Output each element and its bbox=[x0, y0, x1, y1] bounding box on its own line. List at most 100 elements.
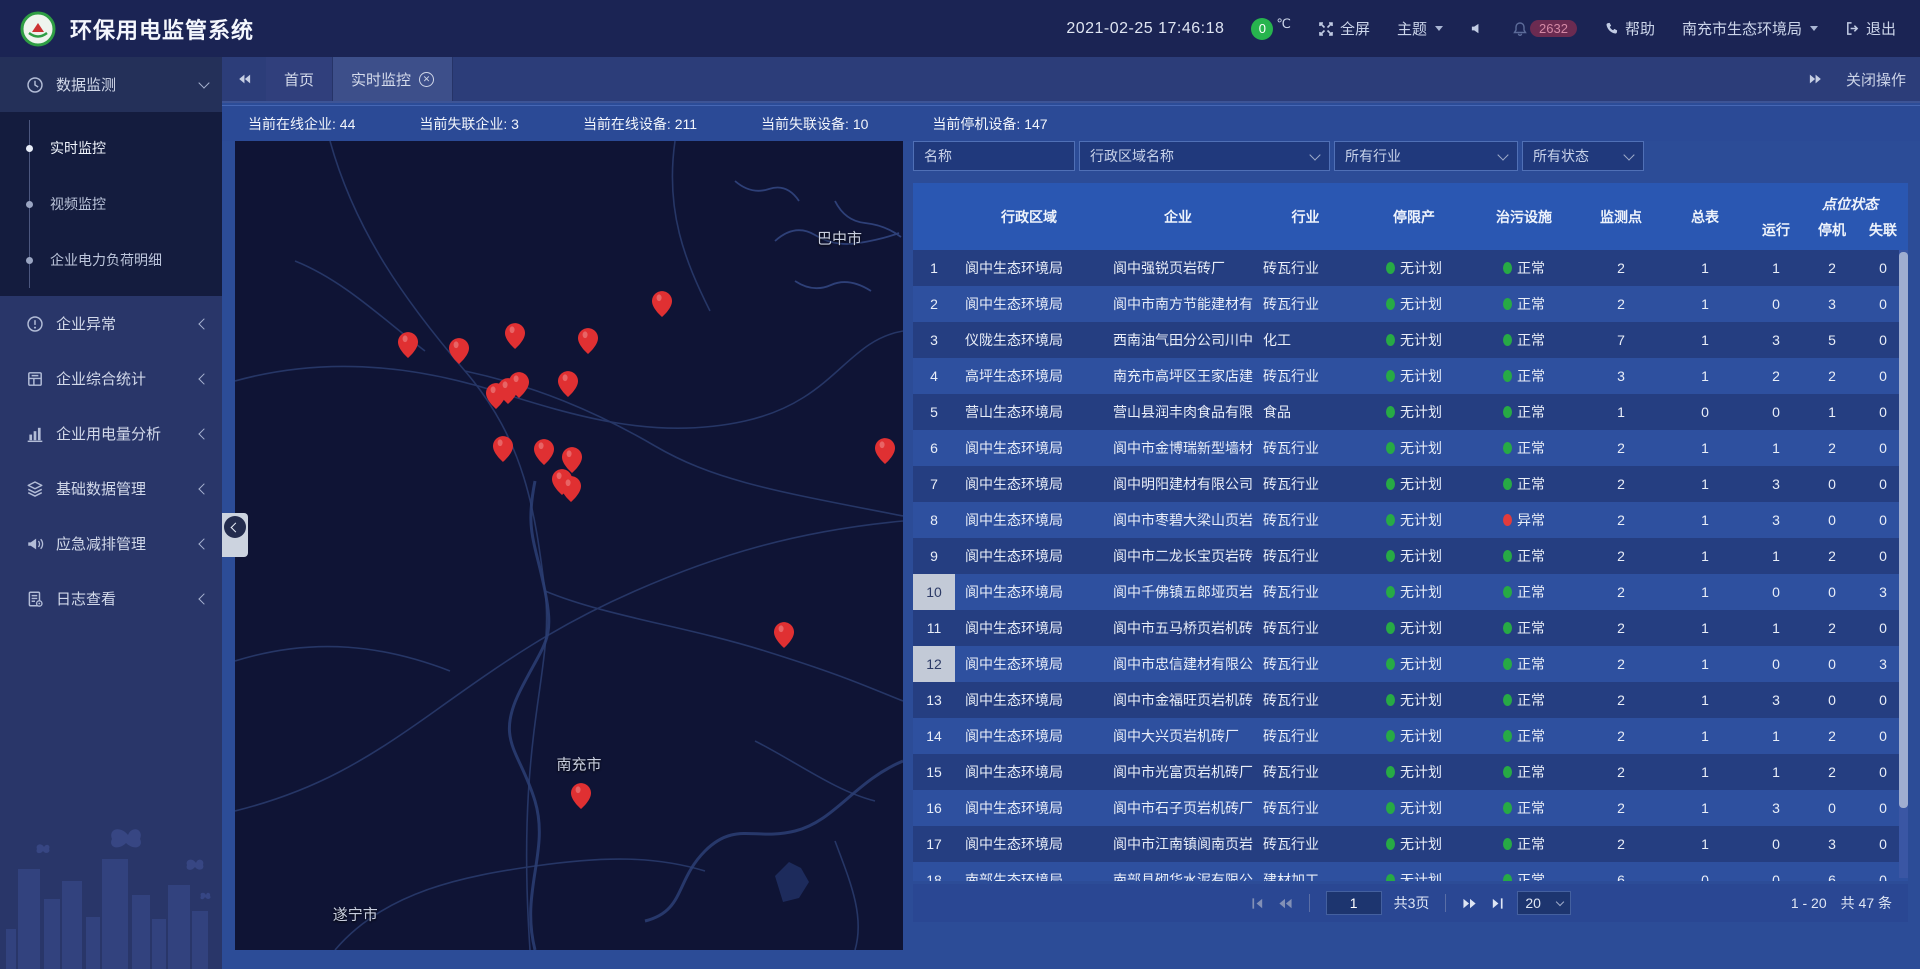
map-pin[interactable] bbox=[652, 291, 672, 317]
table-row[interactable]: 3仪陇生态环境局西南油气田分公司川中化工无计划正常71350 bbox=[913, 322, 1908, 358]
map-pin[interactable] bbox=[558, 371, 578, 397]
table-row[interactable]: 11阆中生态环境局阆中市五马桥页岩机砖砖瓦行业无计划正常21120 bbox=[913, 610, 1908, 646]
fullscreen-button[interactable]: 全屏 bbox=[1318, 18, 1370, 39]
sidebar-item-base-data[interactable]: 基础数据管理 bbox=[0, 461, 222, 516]
cell-monitor-points: 2 bbox=[1578, 646, 1664, 682]
chevron-left-icon bbox=[198, 318, 209, 329]
stat-item: 当前失联企业: 3 bbox=[419, 114, 519, 134]
table-row[interactable]: 16阆中生态环境局阆中市石子页岩机砖厂砖瓦行业无计划正常21300 bbox=[913, 790, 1908, 826]
sidebar-subitem-video-monitor[interactable]: 视频监控 bbox=[0, 176, 222, 232]
prev-page-button[interactable] bbox=[1277, 896, 1293, 911]
map-pin[interactable] bbox=[561, 476, 581, 502]
tab-首页[interactable]: 首页 bbox=[266, 57, 333, 101]
cell-production-limit: 无计划 bbox=[1358, 358, 1470, 394]
facility-status-label: 正常 bbox=[1517, 474, 1545, 494]
table-row[interactable]: 7阆中生态环境局阆中明阳建材有限公司砖瓦行业无计划正常21300 bbox=[913, 466, 1908, 502]
page-number-input[interactable] bbox=[1326, 891, 1382, 915]
table-row[interactable]: 1阆中生态环境局阆中强锐页岩砖厂砖瓦行业无计划正常21120 bbox=[913, 250, 1908, 286]
status-dot-icon bbox=[1386, 622, 1395, 634]
cell-stopped: 1 bbox=[1806, 394, 1858, 430]
cell-stopped: 2 bbox=[1806, 358, 1858, 394]
cell-production-limit: 无计划 bbox=[1358, 466, 1470, 502]
sound-button[interactable] bbox=[1470, 21, 1485, 36]
stat-label: 当前在线设备: bbox=[583, 116, 675, 132]
help-button[interactable]: 帮助 bbox=[1604, 18, 1655, 39]
col-rownum bbox=[913, 183, 955, 250]
map-pin[interactable] bbox=[774, 622, 794, 648]
cell-pollution-facility: 正常 bbox=[1470, 358, 1578, 394]
table-scrollbar[interactable] bbox=[1899, 250, 1908, 878]
table-row[interactable]: 14阆中生态环境局阆中大兴页岩机砖厂砖瓦行业无计划正常21120 bbox=[913, 718, 1908, 754]
facility-status-label: 正常 bbox=[1517, 546, 1545, 566]
cell-rownum: 2 bbox=[913, 286, 955, 322]
double-chevron-right-icon[interactable] bbox=[1808, 72, 1824, 86]
table-row[interactable]: 2阆中生态环境局阆中市南方节能建材有砖瓦行业无计划正常21030 bbox=[913, 286, 1908, 322]
map-collapse-handle[interactable] bbox=[222, 513, 248, 557]
sidebar-subitem-power-load-detail[interactable]: 企业电力负荷明细 bbox=[0, 232, 222, 288]
table-row[interactable]: 8阆中生态环境局阆中市枣碧大梁山页岩砖瓦行业无计划异常21300 bbox=[913, 502, 1908, 538]
status-select[interactable]: 所有状态 bbox=[1522, 141, 1644, 171]
sidebar-item-company-abnormal[interactable]: 企业异常 bbox=[0, 296, 222, 351]
page-size-select[interactable]: 20 bbox=[1517, 891, 1571, 915]
industry-select[interactable]: 所有行业 bbox=[1334, 141, 1518, 171]
table-row[interactable]: 12阆中生态环境局阆中市忠信建材有限公砖瓦行业无计划正常21003 bbox=[913, 646, 1908, 682]
map-panel[interactable]: 巴中市南充市遂宁市 bbox=[235, 141, 903, 950]
map-pin[interactable] bbox=[578, 328, 598, 354]
map-pin[interactable] bbox=[534, 439, 554, 465]
map-pin[interactable] bbox=[493, 436, 513, 462]
cell-total-meter: 1 bbox=[1664, 466, 1746, 502]
status-dot-icon bbox=[1503, 838, 1512, 850]
cell-total-meter: 1 bbox=[1664, 646, 1746, 682]
map-pin[interactable] bbox=[875, 438, 895, 464]
first-page-button[interactable] bbox=[1250, 896, 1265, 911]
tab-实时监控[interactable]: 实时监控✕ bbox=[333, 57, 453, 101]
cell-total-meter: 1 bbox=[1664, 790, 1746, 826]
region-select[interactable]: 行政区域名称 bbox=[1079, 141, 1330, 171]
table-row[interactable]: 4高坪生态环境局南充市高坪区王家店建砖瓦行业无计划正常31220 bbox=[913, 358, 1908, 394]
table-row[interactable]: 9阆中生态环境局阆中市二龙长宝页岩砖砖瓦行业无计划正常21120 bbox=[913, 538, 1908, 574]
name-search-input[interactable] bbox=[913, 141, 1075, 171]
tab-close-icon[interactable]: ✕ bbox=[419, 72, 434, 87]
cell-running: 1 bbox=[1746, 610, 1806, 646]
cell-production-limit: 无计划 bbox=[1358, 862, 1470, 881]
table-row[interactable]: 6阆中生态环境局阆中市金博瑞新型墙材砖瓦行业无计划正常21120 bbox=[913, 430, 1908, 466]
map-pin[interactable] bbox=[398, 332, 418, 358]
submenu-item-label: 企业电力负荷明细 bbox=[50, 250, 162, 270]
org-user-dropdown[interactable]: 南充市生态环境局 bbox=[1682, 18, 1818, 39]
submenu-item-label: 实时监控 bbox=[50, 138, 106, 158]
sidebar-subitem-realtime-monitor[interactable]: 实时监控 bbox=[0, 120, 222, 176]
table-row[interactable]: 15阆中生态环境局阆中市光富页岩机砖厂砖瓦行业无计划正常21120 bbox=[913, 754, 1908, 790]
next-page-button[interactable] bbox=[1462, 896, 1478, 911]
map-pin[interactable] bbox=[449, 338, 469, 364]
scrollbar-thumb[interactable] bbox=[1899, 252, 1908, 808]
close-operations-button[interactable]: 关闭操作 bbox=[1846, 69, 1906, 90]
tabs-scroll-left-button[interactable] bbox=[222, 57, 266, 101]
logout-button[interactable]: 退出 bbox=[1845, 18, 1896, 39]
map-pin[interactable] bbox=[571, 783, 591, 809]
chevron-left-icon bbox=[198, 428, 209, 439]
cell-industry: 砖瓦行业 bbox=[1253, 358, 1358, 394]
status-dot-icon bbox=[1503, 478, 1512, 490]
sidebar-item-data-monitor[interactable]: 数据监测 bbox=[0, 57, 222, 112]
cell-monitor-points: 2 bbox=[1578, 286, 1664, 322]
cell-company: 阆中明阳建材有限公司 bbox=[1103, 466, 1253, 502]
last-page-button[interactable] bbox=[1490, 896, 1505, 911]
cell-pollution-facility: 正常 bbox=[1470, 790, 1578, 826]
table-row[interactable]: 5营山生态环境局营山县润丰肉食品有限食品无计划正常10010 bbox=[913, 394, 1908, 430]
theme-dropdown[interactable]: 主题 bbox=[1397, 18, 1443, 39]
table-row[interactable]: 10阆中生态环境局阆中千佛镇五郎垭页岩砖瓦行业无计划正常21003 bbox=[913, 574, 1908, 610]
sidebar-item-emergency-reduction[interactable]: 应急减排管理 bbox=[0, 516, 222, 571]
cell-production-limit: 无计划 bbox=[1358, 538, 1470, 574]
sidebar-item-log-view[interactable]: 日志查看 bbox=[0, 571, 222, 626]
table-row[interactable]: 13阆中生态环境局阆中市金福旺页岩机砖砖瓦行业无计划正常21300 bbox=[913, 682, 1908, 718]
sidebar-item-power-analysis[interactable]: 企业用电量分析 bbox=[0, 406, 222, 461]
notifications-button[interactable]: 2632 bbox=[1512, 20, 1577, 37]
sidebar-item-company-statistics[interactable]: 企业综合统计 bbox=[0, 351, 222, 406]
table-row[interactable]: 18南部生态环境局南部县砌华水泥有限公建材加工无计划正常60060 bbox=[913, 862, 1908, 881]
chevron-down-icon bbox=[1623, 149, 1634, 160]
map-pin[interactable] bbox=[509, 372, 529, 398]
cell-rownum: 6 bbox=[913, 430, 955, 466]
table-row[interactable]: 17阆中生态环境局阆中市江南镇阆南页岩砖瓦行业无计划正常21030 bbox=[913, 826, 1908, 862]
cell-region: 阆中生态环境局 bbox=[955, 502, 1103, 538]
map-pin[interactable] bbox=[505, 323, 525, 349]
